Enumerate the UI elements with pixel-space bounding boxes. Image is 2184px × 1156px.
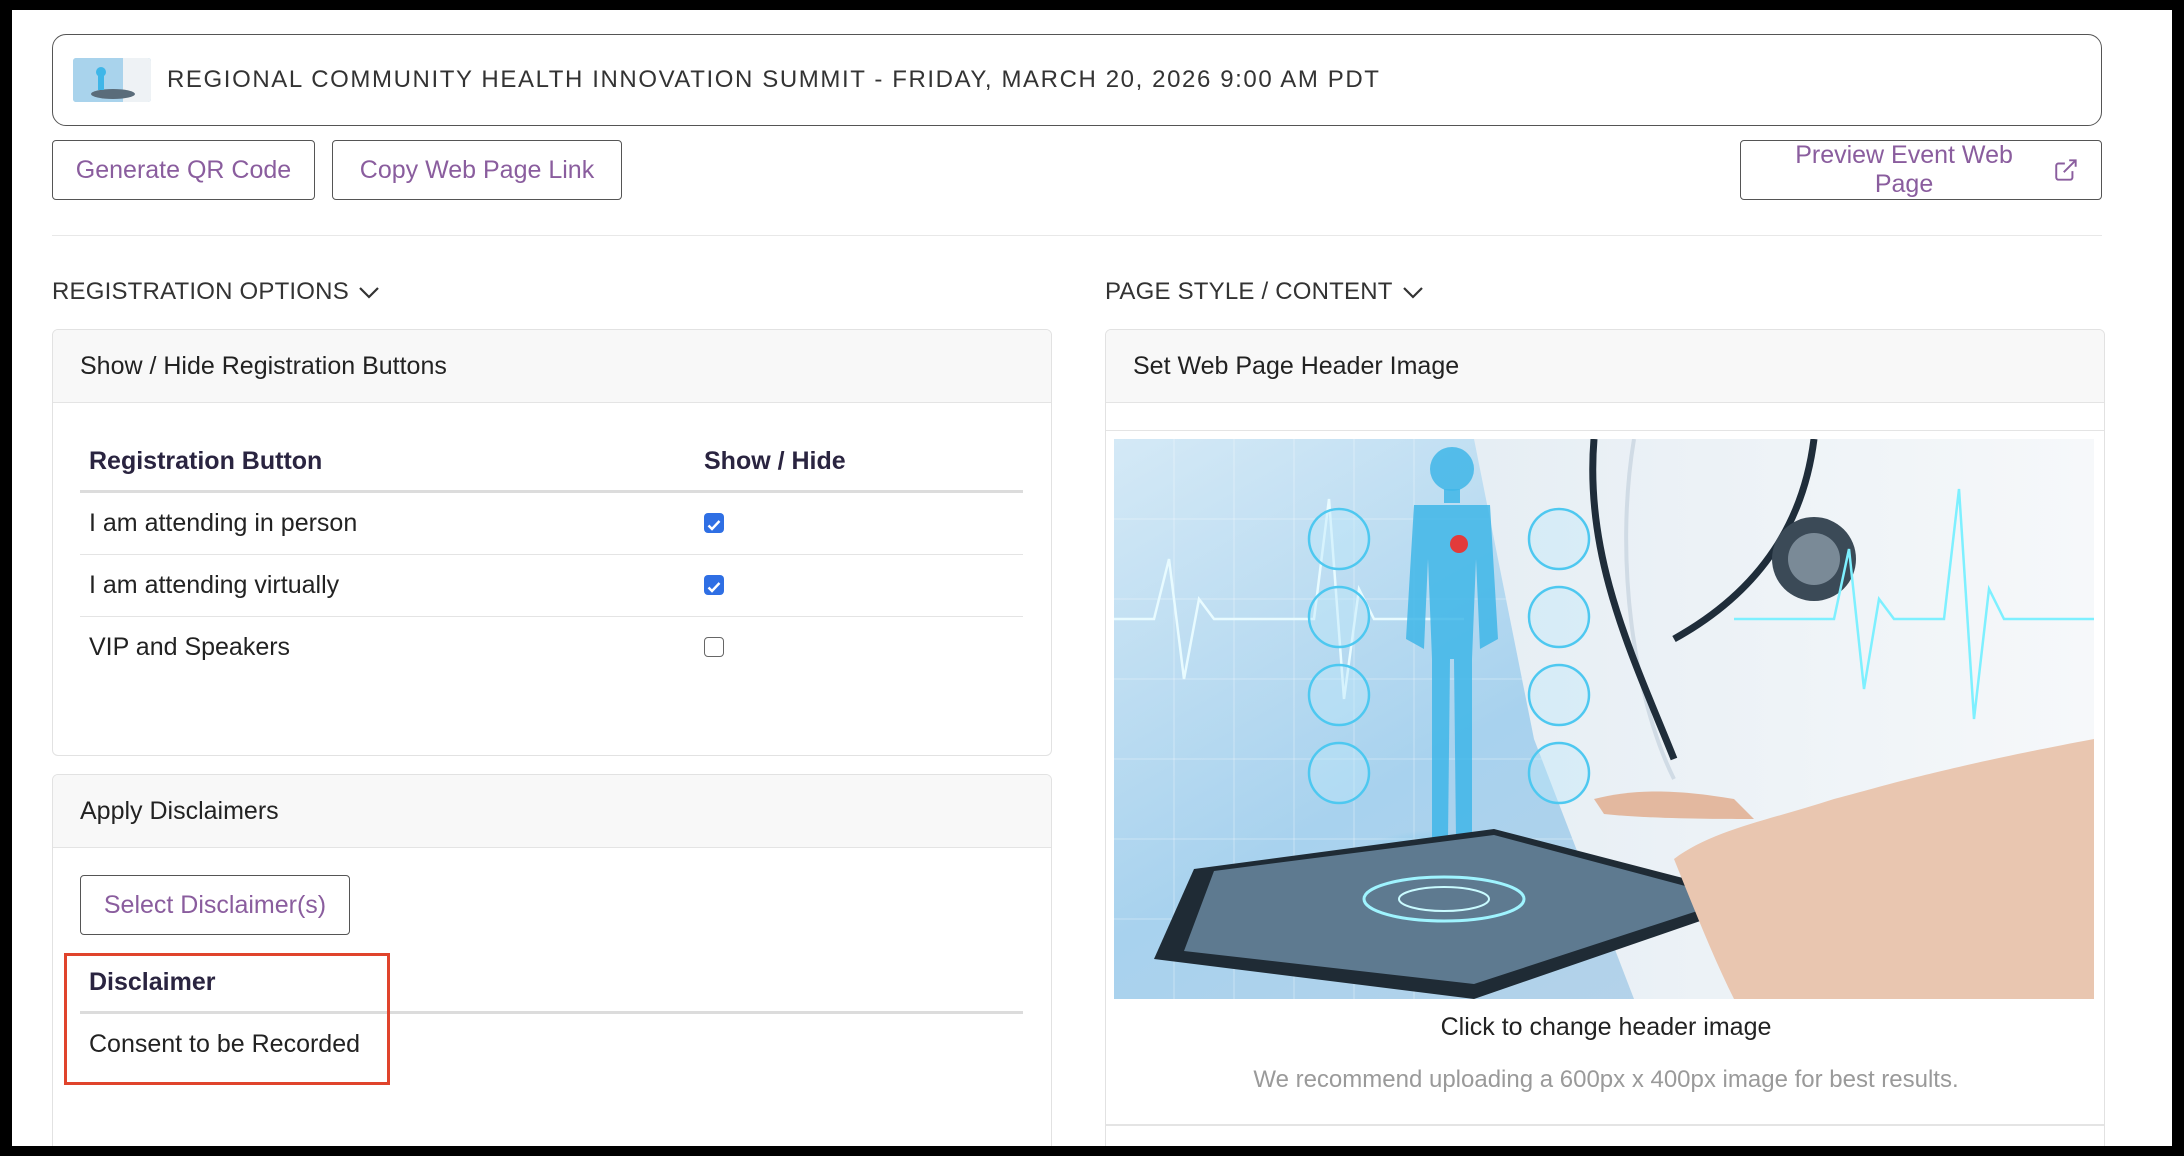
registration-button-label: VIP and Speakers: [89, 633, 291, 661]
disclaimer-name: Consent to be Recorded: [89, 1030, 361, 1058]
disclaimers-table: Disclaimer Consent to be Recorded: [80, 953, 1023, 1075]
column-header: Registration Button: [80, 432, 695, 493]
generate-qr-code-button[interactable]: Generate QR Code: [52, 140, 315, 200]
divider: [1106, 430, 2104, 431]
page-style-content-toggle[interactable]: PAGE STYLE / CONTENT: [1105, 278, 1425, 306]
event-thumbnail: [73, 58, 151, 102]
column-header: Show / Hide: [695, 432, 1023, 493]
external-link-icon: [2055, 159, 2077, 181]
show-hide-checkbox[interactable]: [704, 575, 724, 596]
preview-label: Preview Event Web Page: [1795, 141, 2013, 198]
table-row: VIP and Speakers: [80, 617, 1023, 679]
table-row: Consent to be Recorded: [80, 1013, 1023, 1076]
header-image[interactable]: [1114, 439, 2094, 999]
registration-options-heading: REGISTRATION OPTIONS: [52, 278, 349, 305]
registration-button-label: I am attending virtually: [80, 554, 695, 617]
chevron-down-icon: [1402, 287, 1423, 299]
image-size-recommendation: We recommend uploading a 600px x 400px i…: [1253, 1066, 1959, 1093]
registration-buttons-card: Show / Hide Registration Buttons Registr…: [52, 329, 1052, 756]
registration-buttons-table: Registration Button Show / Hide I am att…: [80, 432, 1023, 678]
table-row: I am attending virtually: [80, 554, 1023, 617]
select-disclaimers-button[interactable]: Select Disclaimer(s): [80, 875, 350, 935]
card-header: Set Web Page Header Image: [1106, 330, 2104, 403]
show-hide-checkbox[interactable]: [704, 637, 724, 658]
divider: [52, 235, 2102, 236]
event-title-bar: REGIONAL COMMUNITY HEALTH INNOVATION SUM…: [52, 34, 2102, 126]
table-row: I am attending in person: [80, 491, 1023, 555]
header-image-card: Set Web Page Header Image Click to chang…: [1105, 329, 2105, 1146]
registration-options-toggle[interactable]: REGISTRATION OPTIONS: [52, 278, 381, 306]
card-header: Show / Hide Registration Buttons: [53, 330, 1051, 403]
preview-event-web-page-button[interactable]: Preview Event Web Page: [1740, 140, 2102, 200]
show-hide-checkbox[interactable]: [704, 513, 724, 534]
change-header-image-link[interactable]: Click to change header image: [1106, 1013, 2104, 1042]
card-header: Apply Disclaimers: [53, 775, 1051, 848]
chevron-down-icon: [359, 287, 379, 299]
divider: [1106, 1124, 2104, 1126]
page-style-heading: PAGE STYLE / CONTENT: [1105, 278, 1393, 305]
event-title: REGIONAL COMMUNITY HEALTH INNOVATION SUM…: [167, 66, 1381, 93]
apply-disclaimers-card: Apply Disclaimers Select Disclaimer(s) D…: [52, 774, 1052, 1146]
copy-web-page-link-button[interactable]: Copy Web Page Link: [332, 140, 622, 200]
column-header: Disclaimer: [80, 953, 1023, 1014]
event-settings-page: REGIONAL COMMUNITY HEALTH INNOVATION SUM…: [12, 10, 2172, 1146]
registration-button-label: I am attending in person: [80, 491, 695, 555]
